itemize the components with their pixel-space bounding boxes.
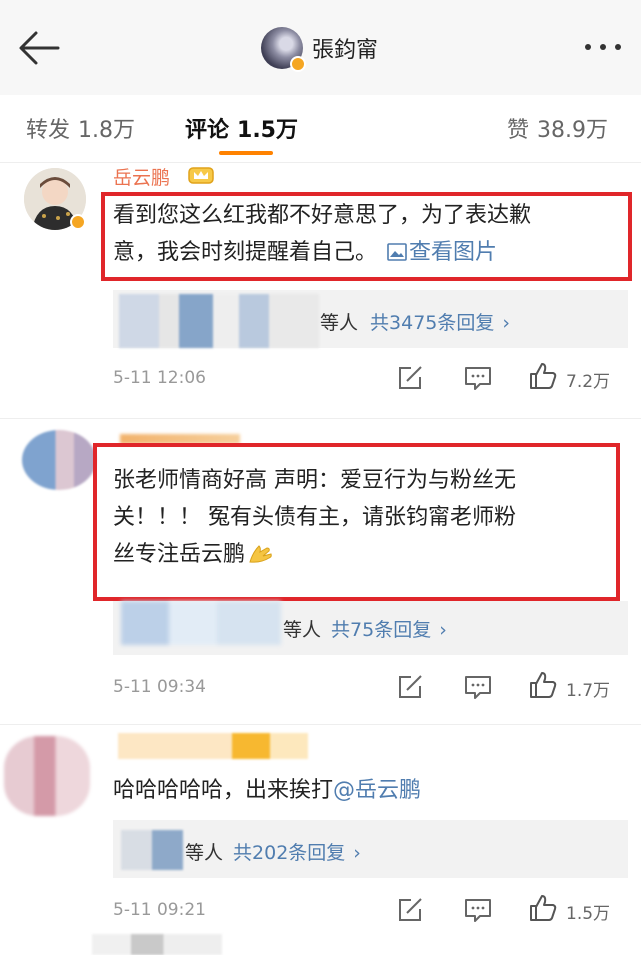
back-button[interactable] <box>14 28 64 68</box>
reply-count-link[interactable]: 共3475条回复 <box>370 312 494 334</box>
comment-time: 5-11 12:06 <box>113 368 206 388</box>
reply-suffix: 等人 <box>283 619 322 641</box>
view-image-label: 查看图片 <box>409 240 498 265</box>
like-icon[interactable] <box>528 670 558 700</box>
tab-repost[interactable]: 转发 1.8万 <box>26 112 135 144</box>
reply-count-link[interactable]: 共202条回复 <box>233 842 345 864</box>
like-count: 1.5万 <box>566 904 611 924</box>
comment-time: 5-11 09:34 <box>113 677 206 697</box>
comment-text: 哈哈哈哈哈，出来挨打@岳云鹏 <box>113 772 628 809</box>
tab-label: 评论 <box>185 118 230 143</box>
comment-line-text: 意，我会时刻提醒着自己。 <box>113 240 378 265</box>
like-icon[interactable] <box>528 893 558 923</box>
repost-icon[interactable] <box>395 895 425 925</box>
commenter-avatar[interactable] <box>22 430 96 490</box>
repost-icon[interactable] <box>395 363 425 393</box>
view-image-link[interactable]: 查看图片 <box>387 240 497 265</box>
blurred-username <box>118 733 308 759</box>
like-count: 1.7万 <box>566 681 611 701</box>
crown-icon <box>188 167 214 184</box>
image-icon <box>387 243 407 261</box>
praying-hands-emoji-icon <box>249 545 272 563</box>
comment-line: 意，我会时刻提醒着自己。 查看图片 <box>113 234 628 271</box>
reply-box[interactable]: 等人 共202条回复 › <box>113 820 628 878</box>
comment-line: 丝专注岳云鹏 <box>113 536 618 573</box>
tab-label: 转发 <box>26 118 71 143</box>
tab-label: 赞 <box>507 118 530 143</box>
commenter-name[interactable]: 岳云鹏 <box>113 163 170 190</box>
commenter-avatar[interactable] <box>4 736 90 816</box>
like-icon[interactable] <box>528 361 558 391</box>
tab-count: 38.9万 <box>537 118 609 143</box>
page-title: 張鈞甯 <box>312 38 379 63</box>
tab-count: 1.5万 <box>237 118 298 143</box>
more-dots-icon <box>585 44 621 50</box>
comment-line: 关！！！ 冤有头债有主，请张钧甯老师粉 <box>113 505 516 530</box>
comment-divider <box>0 724 641 725</box>
comment-text: 看到您这么红我都不好意思了，为了表达歉 意，我会时刻提醒着自己。 查看图片 <box>113 197 628 271</box>
back-arrow-icon <box>19 31 60 65</box>
reply-suffix: 等人 <box>185 842 224 864</box>
tab-comments[interactable]: 评论 1.5万 <box>185 112 298 144</box>
comment-time: 5-11 09:21 <box>113 900 206 920</box>
blurred-usernames <box>121 830 183 870</box>
like-count: 7.2万 <box>566 372 611 392</box>
chevron-right-icon: › <box>439 619 447 641</box>
blurred-usernames <box>121 601 281 645</box>
chevron-right-icon: › <box>502 312 510 334</box>
profile-avatar[interactable] <box>261 27 306 72</box>
comment-icon[interactable] <box>463 672 493 702</box>
verified-badge-icon <box>70 214 86 230</box>
next-comment-preview <box>92 934 222 955</box>
repost-icon[interactable] <box>395 672 425 702</box>
comment-icon[interactable] <box>463 363 493 393</box>
active-tab-indicator <box>219 151 273 155</box>
comment-line-text: 哈哈哈哈哈，出来挨打 <box>113 778 334 803</box>
reply-box[interactable]: 等人 共3475条回复 › <box>113 290 628 348</box>
reply-suffix: 等人 <box>320 312 359 334</box>
chevron-right-icon: › <box>353 842 361 864</box>
reply-summary: 等人 共3475条回复 › <box>320 308 510 335</box>
blurred-usernames <box>119 294 319 348</box>
reply-summary: 等人 共202条回复 › <box>185 838 361 865</box>
mention-link[interactable]: @岳云鹏 <box>333 778 421 803</box>
more-button[interactable] <box>578 32 628 62</box>
comment-line-text: 丝专注岳云鹏 <box>113 542 246 567</box>
reply-box[interactable]: 等人 共75条回复 › <box>113 601 628 655</box>
comment-divider <box>0 418 641 419</box>
tab-count: 1.8万 <box>78 118 136 143</box>
verified-badge-icon <box>290 56 306 72</box>
comment-icon[interactable] <box>463 895 493 925</box>
comment-text: 张老师情商好高 声明：爱豆行为与粉丝无 关！！！ 冤有头债有主，请张钧甯老师粉 … <box>113 462 618 573</box>
comment-line: 看到您这么红我都不好意思了，为了表达歉 <box>113 203 532 228</box>
reply-summary: 等人 共75条回复 › <box>283 615 447 642</box>
comment-line: 张老师情商好高 声明：爱豆行为与粉丝无 <box>113 468 516 493</box>
tab-likes[interactable]: 赞 38.9万 <box>507 112 608 144</box>
reply-count-link[interactable]: 共75条回复 <box>331 619 431 641</box>
tab-bar: 转发 1.8万 评论 1.5万 赞 38.9万 <box>0 95 641 163</box>
